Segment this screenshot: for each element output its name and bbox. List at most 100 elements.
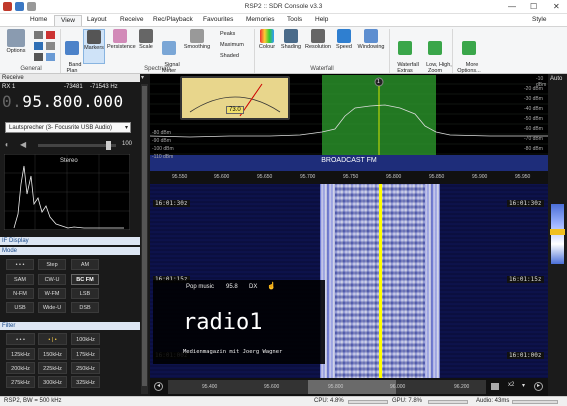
persistence-icon [113,29,127,43]
more-options-icon [462,41,476,55]
level-readout: -73481 [64,84,83,90]
menu-bar: Home View Layout Receive Rec/Playback Fa… [0,14,567,26]
tab-layout[interactable]: Layout [81,15,113,26]
settings-icon[interactable] [46,42,55,50]
mode-dsb-button[interactable]: DSB [71,302,99,313]
scroller-thumb[interactable] [308,380,396,394]
frequency-scroller[interactable]: ◂ 95.400 95.600 95.800 96.000 96.200 x2 … [150,378,548,396]
contrast-slider-thumb[interactable] [550,229,565,235]
scrollbar-thumb[interactable] [142,86,147,386]
colour-button[interactable]: Colour [256,29,278,50]
signal-meter-button[interactable]: Signal Meter [158,29,180,80]
monitor-icon[interactable] [34,31,43,39]
tuning-marker-line[interactable] [379,184,382,378]
mode-lsb-button[interactable]: LSB [71,288,99,299]
zoom-dropdown-icon[interactable]: ▾ [522,382,525,389]
mode-header[interactable]: Mode [0,247,140,255]
audio-status: Audio: 43ms [476,398,510,404]
speed-button[interactable]: Speed [334,29,354,50]
tab-tools[interactable]: Tools [281,15,308,26]
waterfall-panel[interactable]: 16:01:30z 16:01:30z 16:01:15z 16:01:15z … [150,184,548,378]
options-button[interactable]: Options [4,29,28,54]
thumbs-up-icon[interactable]: ☝ [267,282,276,290]
tab-rec-playback[interactable]: Rec/Playback [147,15,199,26]
more-options-button[interactable]: More Options... [454,29,484,80]
band-plan-button[interactable]: Band Plan [62,29,82,80]
style-menu[interactable]: Style [526,15,552,26]
filter-325khz-button[interactable]: 325kHz [71,376,100,388]
mode-am-button[interactable]: AM [71,259,99,270]
filter-custom-button[interactable]: • | • [38,333,67,345]
globe-icon[interactable] [34,42,43,50]
speaker-icon[interactable]: ◀ [20,140,26,149]
markers-button[interactable]: Markers [83,29,105,64]
tab-home[interactable]: Home [24,15,53,26]
headphone-icon[interactable]: ◖ [4,140,9,149]
scale-button[interactable]: Scale [136,29,156,50]
tab-receive[interactable]: Receive [114,15,149,26]
window-icon[interactable] [46,53,55,61]
right-level-panel[interactable]: Auto [548,74,567,396]
zoom-icon [428,41,442,55]
receive-header[interactable]: Receive [0,74,140,82]
mode-wfm-button[interactable]: W-FM [38,288,66,299]
maximize-button[interactable]: ☐ [530,2,537,11]
mode-nfm-button[interactable]: N-FM [6,288,34,299]
auto-button[interactable]: Auto [550,76,562,82]
filter-more-button[interactable]: • • • [6,333,35,345]
filter-100khz-button[interactable]: 100kHz [71,333,100,345]
shading-button[interactable]: Shading [279,29,303,50]
filter-125khz-button[interactable]: 125kHz [6,348,35,360]
persistence-button[interactable]: Persistence [107,29,136,50]
tab-favourites[interactable]: Favourites [197,15,239,26]
mode-more-button[interactable]: • • • [6,259,34,270]
mode-wideu-button[interactable]: Wide-U [38,302,66,313]
filter-225khz-button[interactable]: 225kHz [38,362,67,374]
filter-150khz-button[interactable]: 150kHz [38,348,67,360]
filter-175khz-button[interactable]: 175kHz [71,348,100,360]
screenshot-icon[interactable] [491,383,499,390]
scroller-track[interactable]: 95.400 95.600 95.800 96.000 96.200 [168,380,486,394]
volume-slider[interactable] [38,141,116,150]
filter-275khz-button[interactable]: 275kHz [6,376,35,388]
smoothing-button[interactable]: Smoothing [182,29,212,50]
low-high-zoom-button[interactable]: Low, High, Zoom [420,29,452,80]
left-panel-scrollbar[interactable] [141,84,148,394]
volume-slider-thumb[interactable] [106,141,111,150]
mode-sam-button[interactable]: SAM [6,274,34,285]
mode-step-button[interactable]: Step [38,259,66,270]
zoom-label[interactable]: x2 [508,382,514,388]
shaded-checkbox[interactable]: Shaded [220,53,239,59]
mode-bcfm-button[interactable]: BC FM [71,274,99,285]
cpu-status: CPU: 4.8% [314,398,344,404]
red-square-icon[interactable] [46,31,55,39]
filter-header[interactable]: Filter [0,322,140,330]
filter-250khz-button[interactable]: 250kHz [71,362,100,374]
db-tick: -110 dBm [152,154,174,160]
spectrum-panel[interactable]: 73.0 1 BROADCAST FM -10 dBm -20 dBm -30 … [150,74,548,184]
waterfall-extras-button[interactable]: Waterfall Extras [391,29,419,80]
mode-cwu-button[interactable]: CW-U [38,274,66,285]
resolution-button[interactable]: Resolution [304,29,332,50]
close-button[interactable]: ✕ [553,2,560,11]
filter-200khz-button[interactable]: 200kHz [6,362,35,374]
scroll-right-icon[interactable]: ▸ [534,382,543,391]
tab-help[interactable]: Help [309,15,334,26]
if-display-header[interactable]: IF Display [0,237,140,245]
tab-memories[interactable]: Memories [240,15,281,26]
filter-300khz-button[interactable]: 300kHz [38,376,67,388]
tools-icon[interactable] [34,53,43,61]
mode-usb-button[interactable]: USB [6,302,34,313]
minimize-button[interactable]: — [508,2,516,11]
panel-menu-icon[interactable]: ▾ [141,74,144,81]
tab-view[interactable]: View [54,15,82,26]
maximum-checkbox[interactable]: Maximum [220,42,244,48]
frequency-display[interactable]: 0.95.800.000 [2,92,124,111]
audio-device-select[interactable]: Lautsprecher (3- Focusrite USB Audio) ▾ [5,122,131,133]
peaks-checkbox[interactable]: Peaks [220,31,235,37]
cpu-meter [348,400,388,404]
windowing-button[interactable]: Windowing [355,29,387,50]
group-separator [389,29,390,73]
freq-tick: 95.800 [386,174,402,180]
scroll-left-icon[interactable]: ◂ [154,382,163,391]
